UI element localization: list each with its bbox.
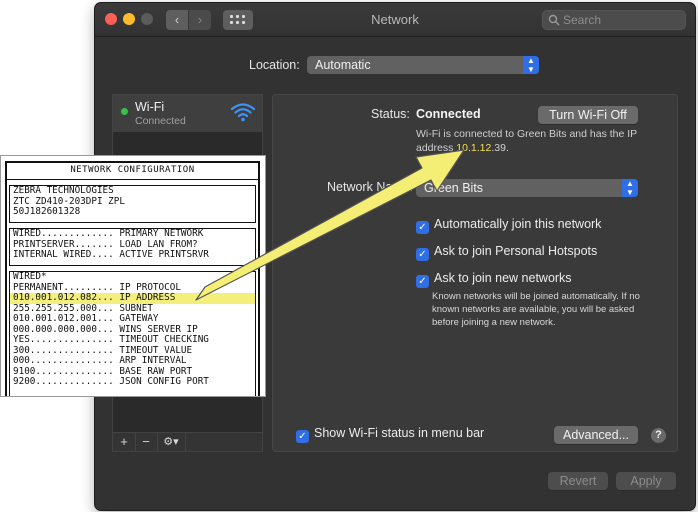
network-name-value: Green Bits <box>424 181 484 195</box>
remove-service-button[interactable]: − <box>135 433 158 451</box>
status-value: Connected <box>416 107 481 121</box>
printout-line: 9200.............. JSON CONFIG PORT <box>13 376 209 387</box>
printer-config-printout: NETWORK CONFIGURATION ZEBRA TECHNOLOGIES… <box>0 155 266 397</box>
service-status: Connected <box>135 115 186 127</box>
revert-button[interactable]: Revert <box>548 472 608 490</box>
wifi-icon <box>230 103 256 122</box>
printout-line: WIRED* <box>13 271 47 282</box>
add-service-button[interactable]: + <box>113 433 136 451</box>
personal-hotspots-checkbox[interactable]: ✓ Ask to join Personal Hotspots <box>416 244 597 261</box>
search-placeholder: Search <box>563 13 602 27</box>
printout-line: WIRED............. PRIMARY NETWORK <box>13 228 204 239</box>
show-wifi-status-checkbox[interactable]: ✓ Show Wi-Fi status in menu bar <box>296 426 484 443</box>
printout-line: 50J182601328 <box>13 206 81 217</box>
printout-line: INTERNAL WIRED.... ACTIVE PRINTSRVR <box>13 249 209 260</box>
new-networks-checkbox[interactable]: ✓ Ask to join new networks <box>416 271 572 288</box>
location-value: Automatic <box>315 58 371 72</box>
printout-ip-address-line: 010.001.012.082... IP ADDRESS <box>10 292 255 304</box>
new-networks-label: Ask to join new networks <box>434 271 572 285</box>
status-desc-prefix: Wi-Fi is connected to Green Bits and has… <box>416 128 637 154</box>
turn-wifi-off-button[interactable]: Turn Wi-Fi Off <box>538 106 638 124</box>
status-label: Status: <box>371 107 410 121</box>
auto-join-checkbox[interactable]: ✓ Automatically join this network <box>416 217 601 234</box>
personal-hotspots-label: Ask to join Personal Hotspots <box>434 244 598 258</box>
service-list-toolbar: + − ⚙▾ <box>112 432 263 452</box>
title-bar: ‹ › Network Search <box>95 3 695 37</box>
apply-button[interactable]: Apply <box>616 472 676 490</box>
printout-line: 010.001.012.001... GATEWAY <box>13 313 159 324</box>
network-name-select[interactable]: Green Bits ▲ ▼ <box>416 179 638 197</box>
advanced-button[interactable]: Advanced... <box>554 426 638 444</box>
location-select[interactable]: Automatic ▲ ▼ <box>307 56 539 74</box>
chevron-updown-icon: ▲ ▼ <box>622 179 638 197</box>
service-item-wifi[interactable]: Wi-Fi Connected <box>113 95 262 132</box>
join-networks-note: Known networks will be joined automatica… <box>432 291 640 328</box>
printout-primary-block: WIRED............. PRIMARY NETWORK PRINT… <box>9 228 256 266</box>
service-name: Wi-Fi <box>135 100 165 114</box>
printout-title: NETWORK CONFIGURATION <box>7 165 258 180</box>
printout-wired-block: WIRED* PERMANENT......... IP PROTOCOL 01… <box>9 271 256 396</box>
printout-line: YES............... TIMEOUT CHECKING <box>13 334 209 345</box>
search-icon <box>548 14 560 26</box>
location-label: Location: <box>249 58 300 72</box>
search-input[interactable]: Search <box>542 10 686 30</box>
gear-menu-button[interactable]: ⚙▾ <box>157 433 186 451</box>
show-wifi-status-label: Show Wi-Fi status in menu bar <box>314 426 485 440</box>
checkmark-icon: ✓ <box>296 430 309 443</box>
status-description: Wi-Fi is connected to Green Bits and has… <box>416 127 641 155</box>
checkmark-icon: ✓ <box>416 248 429 261</box>
printout-header-block: ZEBRA TECHNOLOGIES ZTC ZD410-203DPI ZPL … <box>9 185 256 223</box>
checkmark-icon: ✓ <box>416 221 429 234</box>
network-name-label: Network Name: <box>327 180 414 194</box>
auto-join-label: Automatically join this network <box>434 217 602 231</box>
printout-line: ZEBRA TECHNOLOGIES <box>13 185 114 196</box>
printout-line: 000............... ARP INTERVAL <box>13 355 187 366</box>
chevron-updown-icon: ▲ ▼ <box>523 56 539 74</box>
ip-address-highlight: 10.1.12 <box>456 142 492 154</box>
printout-frame: NETWORK CONFIGURATION ZEBRA TECHNOLOGIES… <box>5 161 260 396</box>
checkmark-icon: ✓ <box>416 275 429 288</box>
status-dot-icon <box>121 108 128 115</box>
status-desc-suffix: .39. <box>491 142 509 154</box>
help-button[interactable]: ? <box>651 428 666 443</box>
